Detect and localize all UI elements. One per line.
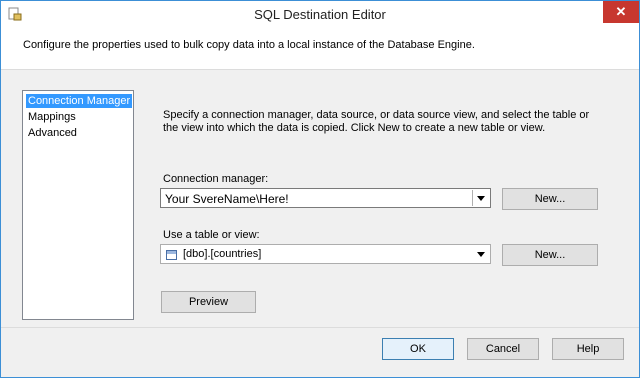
window-title: SQL Destination Editor: [254, 7, 386, 22]
ok-button[interactable]: OK: [382, 338, 454, 360]
instructions-text: Specify a connection manager, data sourc…: [163, 109, 590, 134]
table-or-view-label: Use a table or view:: [163, 229, 260, 241]
nav-item-advanced[interactable]: Advanced: [26, 126, 79, 140]
chevron-down-icon: [477, 196, 485, 201]
new-table-button[interactable]: New...: [502, 244, 598, 266]
editor-description: Configure the properties used to bulk co…: [23, 39, 475, 51]
sql-destination-editor-window: SQL Destination Editor ✕ Configure the p…: [0, 0, 640, 378]
chevron-down-icon: [477, 252, 485, 257]
connection-manager-value: Your SvereName\Here!: [165, 192, 289, 206]
dropdown-button[interactable]: [473, 246, 489, 262]
table-or-view-dropdown[interactable]: [dbo].[countries]: [160, 244, 491, 264]
preview-button[interactable]: Preview: [161, 291, 256, 313]
table-or-view-value: [dbo].[countries]: [183, 248, 262, 260]
page-navigation-list[interactable]: Connection Manager Mappings Advanced: [22, 90, 134, 320]
header-band: Configure the properties used to bulk co…: [1, 29, 639, 70]
close-button[interactable]: ✕: [603, 1, 639, 23]
dropdown-button[interactable]: [472, 190, 489, 206]
table-icon: [166, 250, 177, 260]
connection-manager-label: Connection manager:: [163, 173, 269, 185]
help-button[interactable]: Help: [552, 338, 624, 360]
connection-manager-dropdown[interactable]: Your SvereName\Here!: [160, 188, 491, 208]
cancel-button[interactable]: Cancel: [467, 338, 539, 360]
new-connection-button[interactable]: New...: [502, 188, 598, 210]
nav-item-connection-manager[interactable]: Connection Manager: [26, 94, 133, 108]
footer-separator: [1, 327, 639, 328]
title-bar[interactable]: SQL Destination Editor ✕: [1, 1, 639, 29]
nav-item-mappings[interactable]: Mappings: [26, 110, 78, 124]
